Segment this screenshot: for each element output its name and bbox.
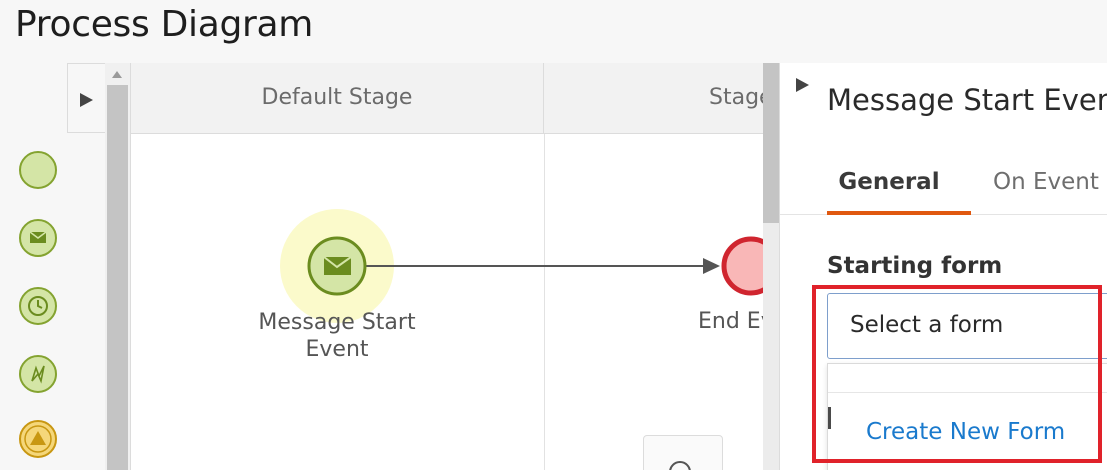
annotation-highlight-box bbox=[812, 285, 1102, 463]
palette-timer-start-event[interactable] bbox=[19, 287, 57, 325]
zoom-button[interactable] bbox=[643, 435, 723, 470]
expand-arrow-icon bbox=[80, 93, 93, 107]
flow-arrowhead bbox=[703, 258, 720, 274]
palette-escalation-event[interactable] bbox=[19, 420, 57, 458]
end-event-node[interactable] bbox=[721, 236, 763, 296]
diagram-graphics bbox=[280, 209, 763, 323]
diagram-canvas[interactable]: Default Stage Stage Message Start Event … bbox=[130, 63, 763, 470]
scrollbar-thumb[interactable] bbox=[107, 85, 128, 470]
process-diagram-screen: Process Diagram Default Stage Stag Messa… bbox=[0, 0, 1107, 470]
collapse-arrow-icon[interactable] bbox=[796, 78, 809, 92]
canvas-scrollbar[interactable] bbox=[763, 63, 779, 470]
end-event-label: End Ev bbox=[698, 309, 763, 334]
palette-start-event[interactable] bbox=[19, 151, 57, 189]
message-start-event-label: Message Start Event bbox=[237, 309, 437, 363]
triangle-icon bbox=[24, 425, 52, 453]
magnifier-icon bbox=[669, 461, 691, 470]
palette-message-start-event[interactable] bbox=[19, 219, 57, 257]
palette-signal-start-event[interactable] bbox=[19, 355, 57, 393]
panel-title: Message Start Event bbox=[827, 83, 1107, 117]
tab-on-event[interactable]: On Event bbox=[993, 169, 1099, 195]
envelope-icon bbox=[323, 256, 352, 275]
message-start-event-label-line2: Event bbox=[305, 337, 369, 362]
page-title: Process Diagram bbox=[15, 4, 314, 45]
tab-general[interactable]: General bbox=[827, 169, 971, 215]
scroll-up-icon[interactable] bbox=[112, 71, 122, 78]
scrollbar-thumb[interactable] bbox=[763, 63, 779, 223]
message-start-event-label-line1: Message Start bbox=[258, 310, 416, 335]
clock-icon bbox=[28, 296, 48, 316]
lightning-icon bbox=[31, 365, 45, 384]
panel-tabs: General On Event bbox=[780, 153, 1107, 215]
palette-scrollbar[interactable] bbox=[105, 63, 130, 470]
envelope-icon bbox=[29, 231, 47, 243]
starting-form-label: Starting form bbox=[827, 253, 1003, 279]
palette-toggle-button[interactable] bbox=[67, 63, 105, 133]
message-start-event-node[interactable] bbox=[307, 236, 367, 296]
